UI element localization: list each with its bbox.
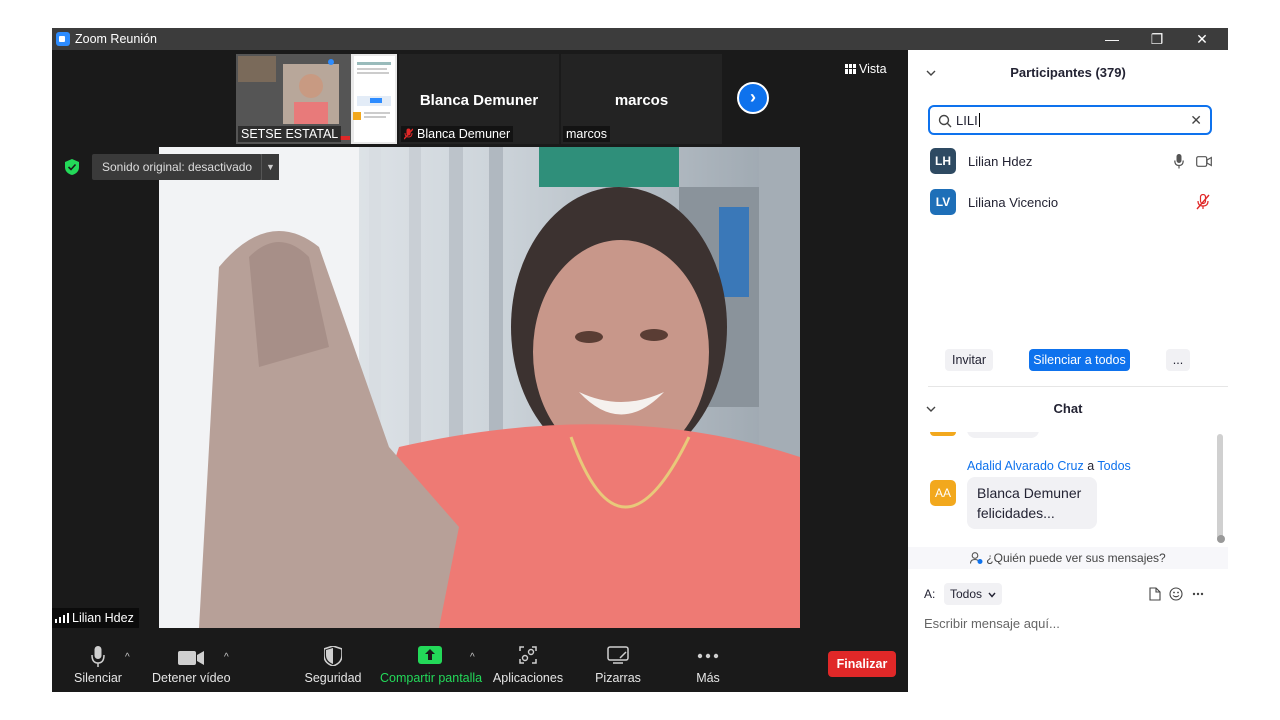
section-divider	[928, 386, 1228, 387]
participants-header: Participantes (379)	[908, 61, 1228, 85]
message-sender: Adalid Alvarado Cruz a Todos	[967, 459, 1131, 473]
participant-row-lilian-hdez[interactable]: LH Lilian Hdez	[908, 141, 1228, 181]
more-dots-icon	[697, 653, 719, 659]
participant-name: Lilian Hdez	[968, 154, 1033, 169]
encryption-shield-icon	[65, 159, 79, 175]
mic-muted-icon	[404, 128, 413, 140]
participants-more-button[interactable]: ...	[1166, 349, 1190, 371]
invite-button[interactable]: Invitar	[945, 349, 993, 371]
thumbnail-label: marcos	[563, 126, 610, 142]
security-button[interactable]: Seguridad	[302, 638, 364, 692]
audio-options-caret-icon[interactable]: ^	[125, 652, 130, 663]
clear-search-icon[interactable]: ✕	[1190, 112, 1202, 129]
video-camera-icon[interactable]	[1196, 156, 1212, 167]
avatar: LH	[930, 148, 956, 174]
minimize-button[interactable]: —	[1089, 28, 1135, 50]
side-panel: Participantes (379) LILI ✕ LH Lilian Hde…	[908, 50, 1228, 692]
message-bubble: Blanca Demuner felicidades...	[967, 477, 1097, 529]
participant-row-liliana-vicencio[interactable]: LV Liliana Vicencio	[908, 182, 1228, 222]
thumbnail-label: SETSE ESTATAL	[238, 126, 342, 142]
avatar: LV	[930, 189, 956, 215]
emoji-icon[interactable]	[1169, 587, 1183, 601]
thumbnail-name: marcos	[614, 92, 669, 109]
mic-muted-icon[interactable]	[1196, 194, 1210, 210]
whiteboard-icon	[607, 646, 629, 664]
grid-view-icon	[845, 64, 856, 74]
apps-icon	[519, 646, 537, 664]
video-camera-icon	[178, 651, 204, 665]
whiteboards-button[interactable]: Pizarras	[588, 638, 648, 692]
previous-avatar	[930, 432, 956, 436]
previous-message-bubble	[967, 432, 1039, 438]
original-sound-caret-icon[interactable]: ▼	[261, 154, 279, 180]
meeting-area: SETSE ESTATAL Blanca Demuner Blanca Demu…	[52, 50, 908, 638]
thumbnail-name: Blanca Demuner	[419, 92, 539, 109]
title-bar: Zoom Reunión — ❐ ✕	[52, 28, 1228, 50]
participant-search-input[interactable]: LILI ✕	[928, 105, 1212, 135]
participants-title: Participantes (379)	[1010, 65, 1126, 80]
microphone-icon[interactable]	[1174, 154, 1184, 169]
original-sound-toggle[interactable]: Sonido original: desactivado	[92, 154, 263, 180]
restore-button[interactable]: ❐	[1134, 28, 1180, 50]
next-page-button[interactable]: ›	[737, 82, 769, 114]
file-icon[interactable]	[1149, 587, 1161, 601]
apps-button[interactable]: Aplicaciones	[490, 638, 566, 692]
chat-header: Chat	[908, 397, 1228, 421]
shield-icon	[324, 646, 342, 666]
zoom-logo-icon	[56, 32, 70, 46]
video-frame	[159, 147, 800, 628]
search-value: LILI	[956, 113, 978, 128]
chevron-down-icon[interactable]	[926, 68, 936, 78]
share-screen-icon	[418, 646, 442, 664]
chat-message-input[interactable]	[924, 613, 1214, 633]
who-can-see-messages-link[interactable]: ¿Quién puede ver sus mensajes?	[908, 547, 1228, 569]
thumbnail-label: Blanca Demuner	[401, 126, 514, 142]
window-title: Zoom Reunión	[75, 32, 157, 46]
zoom-window: Zoom Reunión — ❐ ✕ SETSE ESTATAL Blanca …	[52, 28, 1228, 692]
end-meeting-button[interactable]: Finalizar	[828, 651, 896, 677]
thumbnail-setse-estatal[interactable]: SETSE ESTATAL	[236, 54, 397, 144]
active-speaker-video	[159, 147, 800, 628]
mute-button[interactable]: Silenciar	[68, 638, 128, 692]
participant-name: Liliana Vicencio	[968, 195, 1059, 210]
avatar: AA	[930, 480, 956, 506]
mute-all-button[interactable]: Silenciar a todos	[1029, 349, 1130, 371]
chat-title: Chat	[1053, 401, 1083, 416]
search-icon	[938, 114, 952, 128]
close-button[interactable]: ✕	[1179, 28, 1225, 50]
meeting-toolbar: Silenciar ^ Detener vídeo ^ Seguridad Co…	[52, 638, 908, 692]
signal-strength-icon	[55, 613, 69, 623]
more-dots-icon[interactable]	[1192, 592, 1204, 596]
chevron-right-icon: ›	[750, 87, 756, 107]
video-options-caret-icon[interactable]: ^	[224, 652, 229, 663]
view-button[interactable]: Vista	[845, 62, 887, 76]
thumbnail-marcos[interactable]: marcos marcos	[561, 54, 722, 144]
recipient-label: A:	[924, 587, 936, 601]
more-button[interactable]: Más	[678, 638, 738, 692]
chevron-down-icon	[988, 592, 996, 598]
chat-scrollbar-thumb[interactable]	[1217, 535, 1225, 543]
person-info-icon	[970, 552, 983, 564]
chat-recipient-row: A: Todos	[924, 583, 1224, 605]
chat-messages: AA Adalid Alvarado Cruz a Todos Blanca D…	[908, 432, 1228, 544]
microphone-icon	[91, 646, 105, 667]
active-speaker-label: Lilian Hdez	[52, 608, 139, 628]
chat-scrollbar[interactable]	[1217, 434, 1223, 542]
recipient-select[interactable]: Todos	[944, 583, 1003, 605]
chevron-down-icon[interactable]	[926, 404, 936, 414]
share-options-caret-icon[interactable]: ^	[470, 652, 475, 663]
thumbnail-blanca-demuner[interactable]: Blanca Demuner Blanca Demuner	[399, 54, 559, 144]
share-screen-button[interactable]: Compartir pantalla	[380, 638, 482, 692]
stop-video-button[interactable]: Detener vídeo	[152, 638, 231, 692]
